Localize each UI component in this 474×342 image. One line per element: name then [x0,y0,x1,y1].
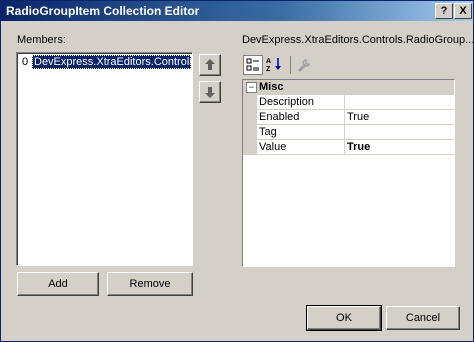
column-divider[interactable] [344,140,345,155]
column-divider[interactable] [344,125,345,140]
categorized-icon [246,58,259,71]
property-pages-button[interactable] [294,56,314,76]
category-name: Misc [259,81,284,93]
move-up-button[interactable] [199,54,221,76]
property-row-tag[interactable]: Tag [243,125,454,140]
svg-text:Z: Z [266,66,271,72]
ok-button[interactable]: OK [306,305,382,331]
help-button[interactable]: ? [435,3,453,19]
toolbar-separator [290,56,291,74]
categorized-button[interactable] [243,55,263,75]
property-value[interactable] [347,96,452,110]
property-value[interactable]: True [347,111,452,125]
list-item[interactable]: 0 DevExpress.XtraEditors.Controls [19,55,191,69]
property-row-value[interactable]: Value True [243,140,454,155]
ok-button-label: OK [336,312,352,324]
cancel-button-label: Cancel [405,312,441,324]
property-row-enabled[interactable]: Enabled True [243,110,454,125]
row-gutter [243,140,257,155]
move-down-button[interactable] [199,81,221,103]
property-row-description[interactable]: Description [243,95,454,110]
property-value[interactable] [347,126,452,140]
column-divider[interactable] [344,95,345,110]
close-button[interactable]: X [454,3,472,19]
category-misc[interactable]: − Misc [243,80,454,95]
remove-button[interactable]: Remove [107,272,193,296]
collapse-icon[interactable]: − [246,82,257,93]
row-gutter [243,125,257,140]
cancel-button[interactable]: Cancel [386,306,460,330]
collection-editor-dialog: RadioGroupItem Collection Editor ? X Mem… [0,0,474,342]
alphabetical-icon: A Z [266,58,281,72]
property-grid[interactable]: − Misc Description Enabled True Tag Valu… [242,79,455,267]
arrow-down-icon [205,87,215,98]
row-gutter [243,110,257,125]
property-name: Enabled [259,111,300,123]
property-value[interactable]: True [347,141,452,155]
svg-text:A: A [266,58,271,65]
add-button-label: Add [48,278,68,290]
row-gutter [243,95,257,110]
list-item-label[interactable]: DevExpress.XtraEditors.Controls [32,55,191,69]
members-label: Members: [17,34,66,46]
property-name: Tag [259,126,277,138]
remove-button-label: Remove [129,278,171,290]
title-bar[interactable]: RadioGroupItem Collection Editor ? X [1,1,473,21]
wrench-icon [297,59,311,73]
column-divider[interactable] [344,110,345,125]
arrow-up-icon [205,59,215,70]
members-list[interactable]: 0 DevExpress.XtraEditors.Controls [16,52,193,266]
alphabetical-button[interactable]: A Z [266,56,286,76]
property-name: Description [259,96,315,108]
list-item-index: 0 [21,56,29,68]
property-name: Value [259,141,287,153]
property-panel-header: DevExpress.XtraEditors.Controls.RadioGro… [242,34,474,46]
window-title: RadioGroupItem Collection Editor [6,4,200,18]
add-button[interactable]: Add [17,272,99,296]
